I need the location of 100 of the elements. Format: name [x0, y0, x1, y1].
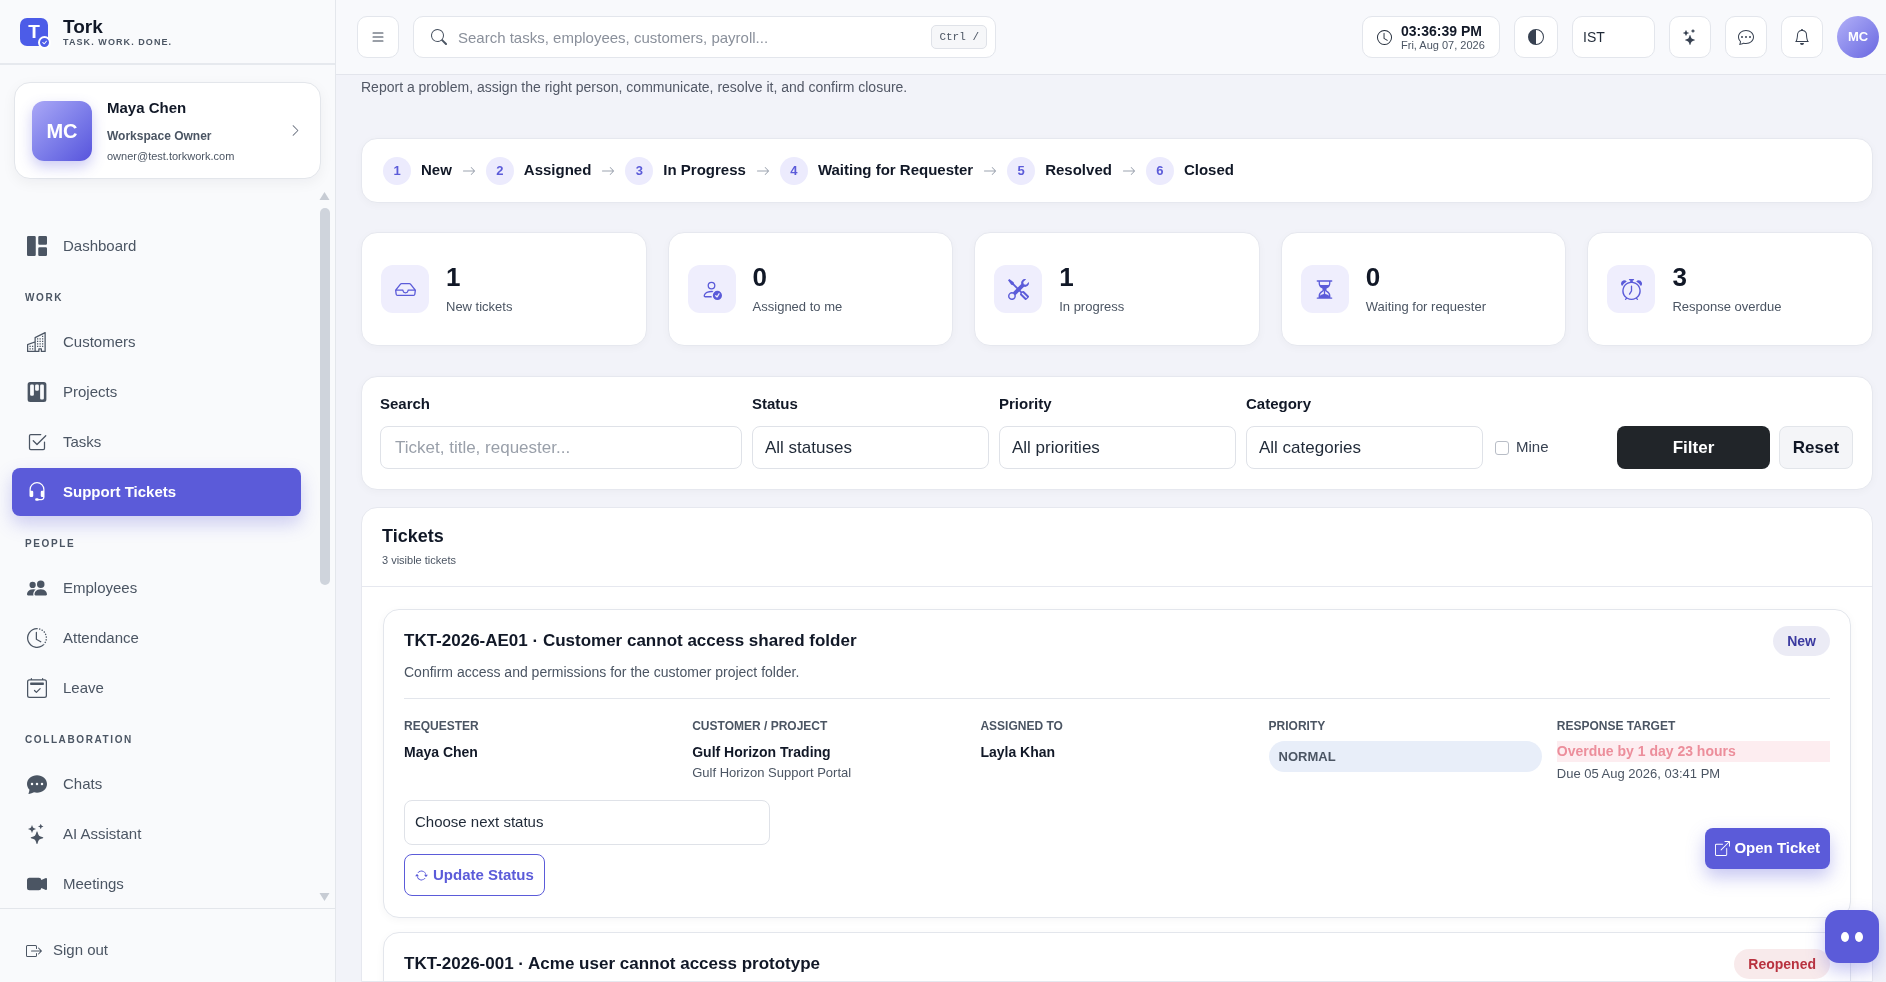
- messages-button[interactable]: [1725, 16, 1767, 58]
- notifications-button[interactable]: [1781, 16, 1823, 58]
- sign-out-button[interactable]: Sign out: [26, 939, 109, 962]
- search-input[interactable]: Ticket, title, requester...: [380, 426, 742, 469]
- ticket-title[interactable]: TKT-2026-001 · Acme user cannot access prototype: [404, 953, 821, 975]
- scrollbar-thumb[interactable]: [319, 208, 330, 585]
- field-value: Layla Khan: [980, 743, 1056, 761]
- step-label: Resolved: [1045, 160, 1112, 181]
- stat-value: 0: [1365, 263, 1381, 291]
- field-label: ASSIGNED TO: [980, 718, 1063, 734]
- status-badge: Reopened: [1734, 949, 1830, 979]
- nav-item[interactable]: Dashboard: [12, 222, 301, 270]
- menu-button[interactable]: [357, 16, 399, 58]
- reset-button[interactable]: Reset: [1779, 426, 1853, 469]
- people-icon: [27, 578, 47, 598]
- nav-item[interactable]: Meetings: [12, 860, 301, 908]
- mine-checkbox[interactable]: [1495, 440, 1509, 455]
- bot-eyes-icon: [1841, 931, 1863, 942]
- contrast-icon: [1528, 29, 1544, 45]
- clock-time: 03:36:39 PM: [1401, 22, 1483, 39]
- status-badge: New: [1773, 626, 1830, 656]
- chat-bot-button[interactable]: [1825, 910, 1879, 963]
- step-label: New: [421, 160, 452, 181]
- stat-value: 0: [752, 263, 768, 291]
- theme-toggle-button[interactable]: [1514, 16, 1558, 58]
- update-status-button[interactable]: Update Status: [404, 854, 545, 896]
- step-number: 5: [1007, 156, 1036, 185]
- section-label: WORK: [25, 292, 64, 304]
- filter-select[interactable]: All statuses: [752, 426, 989, 469]
- field-label: CUSTOMER / PROJECT: [692, 718, 828, 734]
- stat-label: New tickets: [446, 299, 513, 315]
- ticket-title[interactable]: TKT-2026-AE01 · Customer cannot access shared folder: [404, 630, 857, 652]
- avatar-initials: MC: [32, 100, 92, 161]
- nav-item[interactable]: Employees: [12, 564, 301, 612]
- clock-icon: [27, 628, 47, 648]
- step-label: Waiting for Requester: [817, 160, 974, 181]
- ticket-description: Confirm access and permissions for the customer project folder.: [404, 663, 800, 681]
- field-detail: Gulf Horizon Support Portal: [692, 765, 852, 781]
- filter-select[interactable]: All categories: [1246, 426, 1483, 469]
- sign-out-icon: [26, 942, 42, 959]
- filter-label: Status: [752, 395, 798, 413]
- field-value: Maya Chen: [404, 743, 478, 761]
- chat-bubble-icon: [27, 774, 47, 794]
- filter-label: Priority: [999, 395, 1052, 413]
- brand-name: Tork: [63, 15, 104, 37]
- nav-item[interactable]: Customers: [12, 318, 301, 366]
- next-status-select[interactable]: Choose next status: [404, 800, 770, 845]
- timezone-select[interactable]: IST: [1572, 16, 1655, 58]
- stat-label: Response overdue: [1672, 299, 1782, 315]
- field-detail: Due 05 Aug 2026, 03:41 PM: [1556, 766, 1721, 782]
- dashboard-icon: [27, 236, 47, 256]
- calendar-check-icon: [27, 678, 47, 698]
- profile-email: owner@test.torkwork.com: [107, 148, 236, 163]
- alarm-clock-icon: [1607, 265, 1656, 313]
- open-ticket-button[interactable]: Open Ticket: [1705, 827, 1830, 869]
- panel-subtitle: 3 visible tickets: [382, 553, 456, 567]
- buildings-icon: [27, 332, 47, 352]
- hourglass-icon: [1300, 265, 1349, 313]
- filter-button[interactable]: Filter: [1617, 426, 1770, 469]
- filter-label: Category: [1246, 395, 1312, 413]
- profile-name: Maya Chen: [107, 98, 188, 117]
- checkbox-icon: [27, 432, 47, 452]
- step-number: 6: [1145, 156, 1174, 185]
- step-label: Assigned: [523, 160, 592, 181]
- brand-tagline: TASK. WORK. DONE.: [63, 36, 173, 48]
- step-number: 4: [779, 156, 808, 185]
- filter-select[interactable]: All priorities: [999, 426, 1236, 469]
- profile-role: Workspace Owner: [107, 128, 213, 144]
- search-icon: [431, 29, 447, 45]
- kanban-board-icon: [27, 382, 47, 402]
- panel-title: Tickets: [382, 526, 444, 546]
- filter-label: Search: [380, 395, 431, 413]
- stat-label: Assigned to me: [752, 299, 843, 315]
- nav-item[interactable]: Leave: [12, 664, 301, 712]
- nav-item[interactable]: Projects: [12, 368, 301, 416]
- nav-item[interactable]: Support Tickets: [12, 468, 301, 516]
- chat-bubble-icon: [1738, 29, 1754, 45]
- nav-item[interactable]: Chats: [12, 760, 301, 808]
- inbox-icon: [381, 265, 429, 313]
- external-link-icon: [1715, 840, 1731, 856]
- nav-item[interactable]: AI Assistant: [12, 810, 301, 858]
- stat-value: 3: [1672, 263, 1687, 291]
- step-number: 2: [485, 156, 514, 185]
- ai-button[interactable]: [1669, 16, 1711, 58]
- field-label: PRIORITY: [1268, 718, 1326, 734]
- nav-item[interactable]: Tasks: [12, 418, 301, 466]
- bell-icon: [1794, 29, 1810, 45]
- field-label: RESPONSE TARGET: [1556, 718, 1676, 734]
- nav-item[interactable]: Attendance: [12, 614, 301, 662]
- profile-card[interactable]: MC Maya Chen Workspace Owner owner@test.torkwork.com: [14, 82, 321, 179]
- refresh-icon: [415, 868, 428, 882]
- priority-pill: NORMAL: [1268, 741, 1542, 772]
- step-label: In Progress: [663, 160, 746, 181]
- clock-date: Fri, Aug 07, 2026: [1401, 38, 1485, 52]
- step-number: 1: [383, 156, 411, 185]
- stat-label: Waiting for requester: [1365, 299, 1486, 315]
- section-label: COLLABORATION: [25, 734, 133, 746]
- stat-value: 1: [446, 263, 461, 291]
- clock-icon: [1377, 29, 1392, 45]
- overdue-text: Overdue by 1 day 23 hours: [1556, 741, 1830, 762]
